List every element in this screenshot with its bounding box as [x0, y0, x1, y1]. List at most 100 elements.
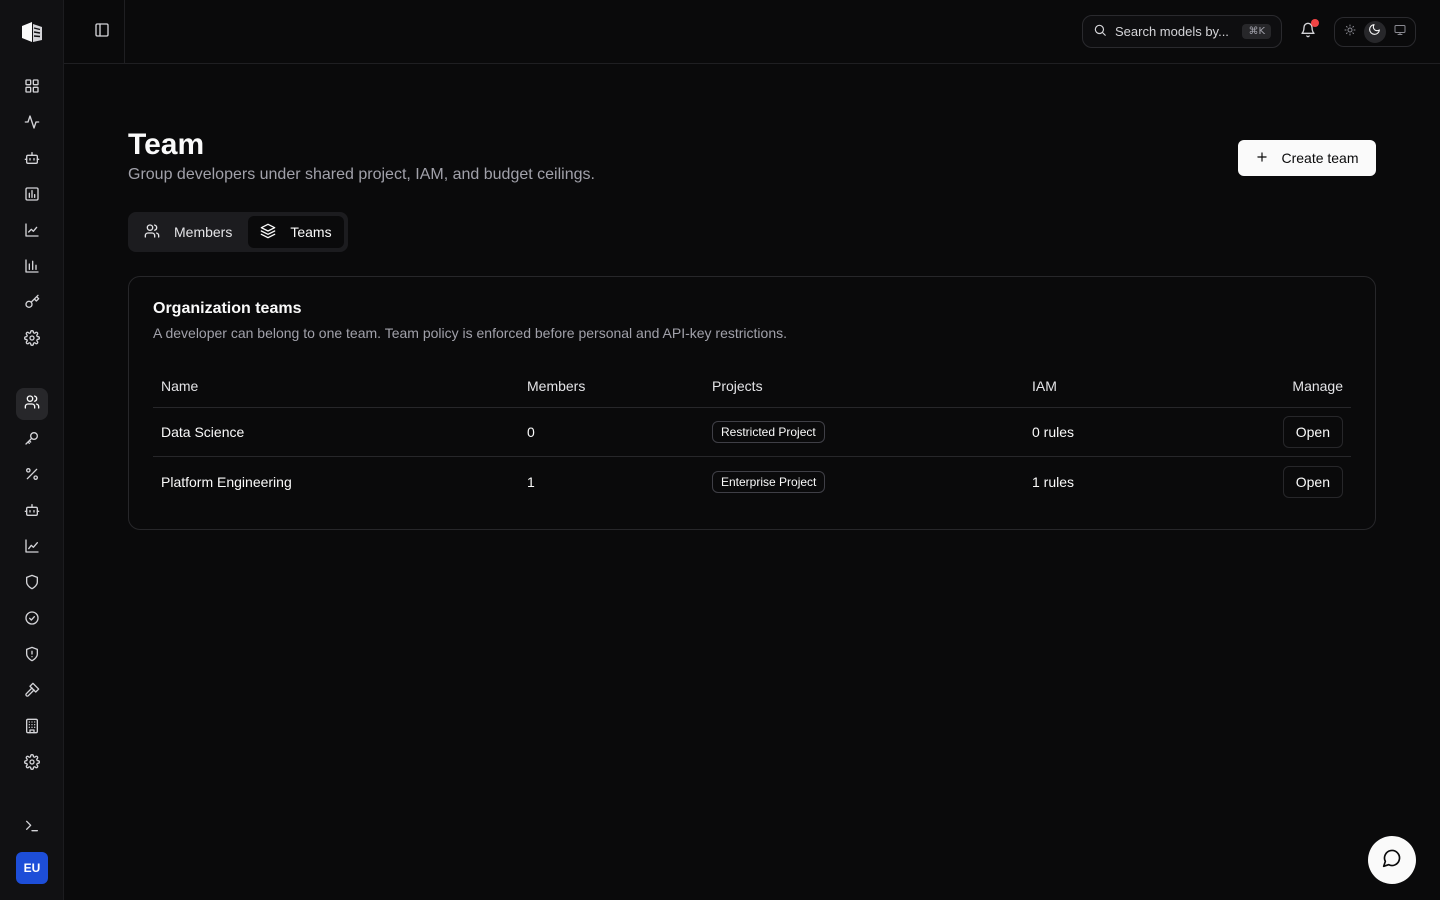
notification-dot: [1311, 19, 1319, 27]
check-circle-icon: [24, 610, 40, 631]
teams-table: Name Members Projects IAM Manage Data Sc…: [153, 365, 1351, 506]
table-row[interactable]: Data Science 0 Restricted Project 0 rule…: [153, 408, 1351, 457]
bar-chart-icon: [24, 186, 40, 207]
sun-icon: [1344, 23, 1356, 41]
search-placeholder: Search models by...: [1115, 24, 1229, 39]
sidebar-item-alerts[interactable]: [16, 640, 48, 672]
key-icon: [24, 294, 40, 315]
sidebar-item-models[interactable]: [16, 144, 48, 176]
theme-dark-button[interactable]: [1363, 21, 1386, 43]
manage-cell: Open: [1282, 457, 1343, 506]
team-member-count: 1: [527, 473, 535, 490]
chat-button[interactable]: [1368, 836, 1416, 884]
layers-icon: [260, 223, 276, 242]
theme-light-button[interactable]: [1339, 21, 1361, 43]
shield-icon: [24, 574, 40, 595]
activity-icon: [24, 114, 40, 135]
sidebar-item-security[interactable]: [16, 568, 48, 600]
sidebar: EU: [0, 0, 64, 900]
theme-system-button[interactable]: [1389, 21, 1411, 43]
column-header-iam[interactable]: IAM: [1032, 365, 1057, 407]
settings-icon: [24, 329, 40, 351]
card-title: Organization teams: [153, 300, 302, 317]
tab-label: Members: [174, 224, 233, 240]
bot-icon: [24, 150, 40, 171]
sidebar-item-tools[interactable]: [16, 676, 48, 708]
sidebar-toggle-button[interactable]: [90, 20, 114, 44]
column-header-members[interactable]: Members: [527, 365, 585, 407]
hammer-icon: [24, 682, 40, 703]
bot-icon: [24, 502, 40, 523]
moon-icon: [1368, 23, 1381, 41]
project-cell: Restricted Project: [712, 408, 825, 456]
logo-icon[interactable]: [18, 18, 46, 46]
tab-label: Teams: [290, 224, 332, 240]
tab-teams[interactable]: Teams: [248, 216, 344, 248]
building-icon: [24, 718, 40, 739]
trend-chart-icon: [24, 538, 40, 559]
sidebar-item-compliance[interactable]: [16, 604, 48, 636]
organization-teams-card: Organization teams A developer can belon…: [128, 276, 1376, 530]
column-header-projects[interactable]: Projects: [712, 365, 763, 407]
monitor-icon: [1394, 23, 1406, 41]
settings-icon: [24, 753, 40, 775]
open-team-button[interactable]: Open: [1282, 465, 1343, 498]
avatar[interactable]: EU: [16, 852, 48, 884]
theme-switcher: [1334, 17, 1416, 47]
sidebar-item-dashboard[interactable]: [16, 72, 48, 104]
sidebar-item-settings[interactable]: [16, 324, 48, 356]
column-chart-icon: [24, 258, 40, 279]
sidebar-item-team[interactable]: [16, 388, 48, 420]
percent-icon: [24, 466, 40, 487]
project-cell: Enterprise Project: [712, 457, 826, 506]
tab-list: Members Teams: [128, 212, 348, 252]
iam-rules: 0 rules: [1032, 424, 1075, 440]
sidebar-item-usage[interactable]: [16, 252, 48, 284]
card-description: A developer can belong to one team. Team…: [153, 325, 787, 341]
table-row[interactable]: Platform Engineering 1 Enterprise Projec…: [153, 457, 1351, 506]
message-circle-icon: [1382, 848, 1402, 873]
topbar-divider: [124, 0, 125, 64]
iam-rules: 1 rules: [1032, 473, 1075, 490]
sidebar-item-api-keys[interactable]: [16, 424, 48, 456]
dashboard-icon: [24, 78, 40, 99]
search-icon: [1093, 23, 1107, 40]
sidebar-item-analytics[interactable]: [16, 216, 48, 248]
page-subtitle: Group developers under shared project, I…: [128, 166, 595, 183]
search-shortcut: ⌘K: [1242, 24, 1271, 39]
sidebar-item-rates[interactable]: [16, 460, 48, 492]
create-team-button[interactable]: Create team: [1238, 140, 1376, 176]
create-team-label: Create team: [1281, 150, 1359, 166]
top-bar: Search models by... ⌘K: [64, 0, 1440, 64]
project-badge: Enterprise Project: [712, 470, 826, 493]
line-chart-icon: [24, 222, 40, 243]
sidebar-item-organization[interactable]: [16, 712, 48, 744]
sidebar-item-agents[interactable]: [16, 496, 48, 528]
team-member-count: 0: [527, 424, 535, 440]
terminal-icon: [24, 818, 40, 839]
search-input[interactable]: Search models by... ⌘K: [1082, 15, 1282, 48]
manage-cell: Open: [1282, 408, 1343, 456]
plus-icon: [1255, 150, 1269, 167]
sidebar-item-reports[interactable]: [16, 180, 48, 212]
users-icon: [144, 223, 160, 242]
tab-members[interactable]: Members: [132, 216, 244, 248]
team-name: Platform Engineering: [161, 473, 292, 490]
table-header-row: Name Members Projects IAM Manage: [153, 365, 1351, 408]
project-badge: Restricted Project: [712, 421, 825, 443]
sidebar-item-keys[interactable]: [16, 288, 48, 320]
open-team-button[interactable]: Open: [1282, 416, 1343, 448]
panel-left-icon: [94, 22, 110, 43]
team-name: Data Science: [161, 424, 245, 440]
key-round-icon: [24, 430, 40, 451]
sidebar-item-activity[interactable]: [16, 108, 48, 140]
sidebar-item-terminal[interactable]: [16, 812, 48, 844]
sidebar-item-trends[interactable]: [16, 532, 48, 564]
column-header-name[interactable]: Name: [161, 365, 198, 407]
shield-alert-icon: [24, 646, 40, 667]
page-title: Team: [128, 128, 205, 161]
notifications-button[interactable]: [1296, 19, 1320, 44]
sidebar-item-org-settings[interactable]: [16, 748, 48, 780]
users-icon: [24, 394, 40, 415]
column-header-manage: Manage: [1292, 378, 1343, 394]
